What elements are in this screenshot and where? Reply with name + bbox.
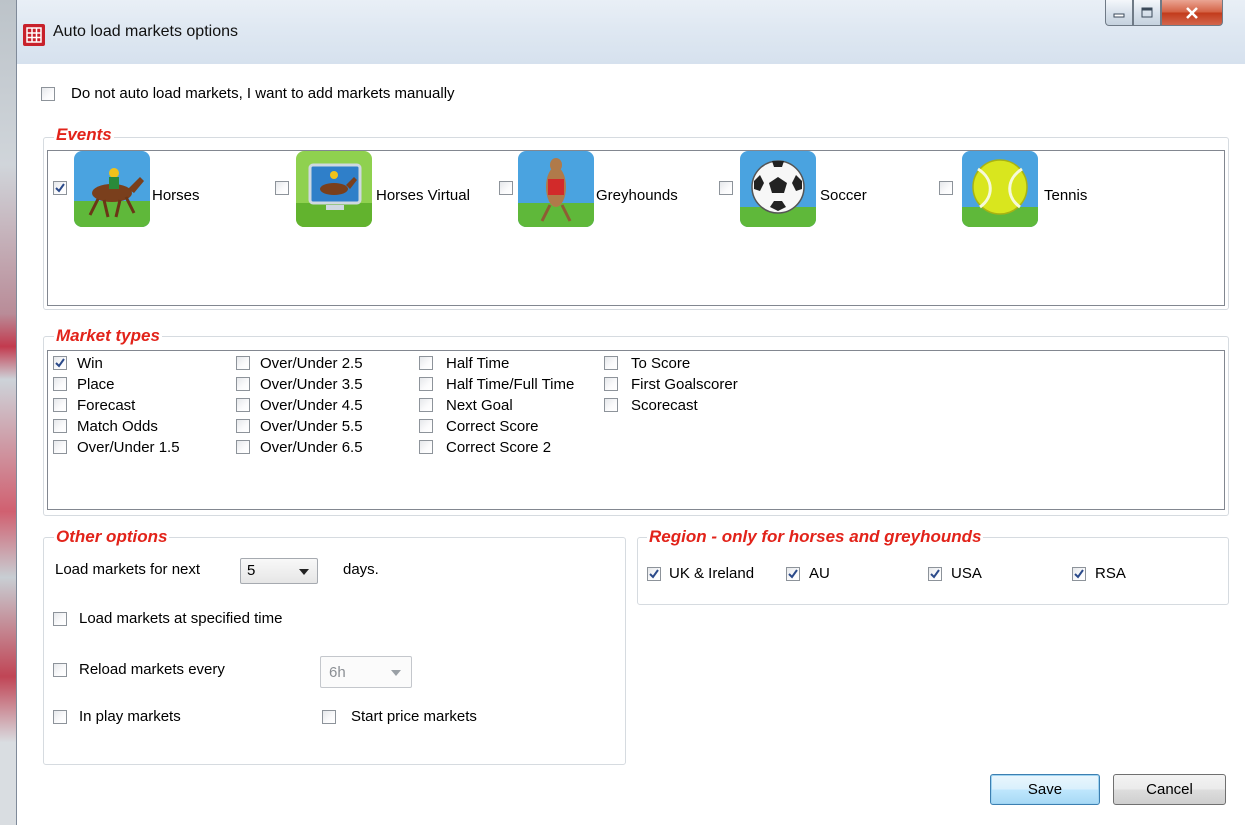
days-select[interactable]: 5 — [240, 558, 318, 584]
reload-every-checkbox[interactable] — [53, 663, 67, 677]
market-label-forecast: Forecast — [77, 397, 136, 414]
region-label-au: AU — [809, 565, 830, 582]
cancel-button[interactable]: Cancel — [1113, 774, 1226, 805]
market-checkbox-half-time-full-time[interactable] — [419, 377, 433, 391]
market-checkbox-match-odds[interactable] — [53, 419, 67, 433]
tennis-label: Tennis — [1044, 187, 1088, 204]
market-types-panel: Win Place Forecast Match Odds Over/Under… — [47, 350, 1225, 510]
region-checkbox-usa[interactable] — [928, 567, 942, 581]
market-label-scorecast: Scorecast — [631, 397, 698, 414]
market-label-over-under-2-5: Over/Under 2.5 — [260, 355, 363, 372]
market-label-correct-score: Correct Score — [446, 418, 539, 435]
tennis-ball-icon — [962, 151, 1038, 227]
market-label-over-under-1-5: Over/Under 1.5 — [77, 439, 180, 456]
other-options-group-title: Other options — [54, 527, 170, 547]
horses-virtual-label: Horses Virtual — [376, 187, 470, 204]
manual-option-checkbox[interactable] — [41, 87, 55, 101]
load-markets-for-label: Load markets for next — [55, 561, 201, 578]
dialog-window: Auto load markets options Do not auto lo… — [16, 0, 1245, 825]
market-label-place: Place — [77, 376, 115, 393]
region-checkbox-rsa[interactable] — [1072, 567, 1086, 581]
region-group-title: Region - only for horses and greyhounds — [647, 527, 984, 547]
market-checkbox-correct-score-2[interactable] — [419, 440, 433, 454]
virtual-horse-racing-icon — [296, 151, 372, 227]
market-label-over-under-4-5: Over/Under 4.5 — [260, 397, 363, 414]
region-checkbox-au[interactable] — [786, 567, 800, 581]
market-label-win: Win — [77, 355, 103, 372]
start-price-checkbox[interactable] — [322, 710, 336, 724]
maximize-button[interactable] — [1133, 0, 1161, 26]
market-checkbox-half-time[interactable] — [419, 356, 433, 370]
greyhounds-label: Greyhounds — [596, 187, 678, 204]
desktop-background-strip — [0, 0, 16, 825]
close-icon — [1186, 6, 1198, 19]
specified-time-checkbox[interactable] — [53, 612, 67, 626]
dialog-content: Do not auto load markets, I want to add … — [17, 64, 1245, 825]
manual-option-label: Do not auto load markets, I want to add … — [71, 85, 455, 102]
window-title: Auto load markets options — [53, 23, 238, 40]
market-label-half-time-full-time: Half Time/Full Time — [446, 376, 575, 393]
market-types-group-title: Market types — [54, 326, 162, 346]
market-checkbox-over-under-2-5[interactable] — [236, 356, 250, 370]
market-checkbox-over-under-1-5[interactable] — [53, 440, 67, 454]
market-label-match-odds: Match Odds — [77, 418, 158, 435]
market-checkbox-forecast[interactable] — [53, 398, 67, 412]
horse-racing-icon — [74, 151, 150, 227]
market-checkbox-over-under-4-5[interactable] — [236, 398, 250, 412]
region-label-uk-ireland: UK & Ireland — [669, 565, 755, 582]
greyhounds-checkbox[interactable] — [499, 181, 513, 195]
chevron-down-icon — [391, 670, 401, 676]
market-label-next-goal: Next Goal — [446, 397, 513, 414]
market-label-to-score: To Score — [631, 355, 691, 372]
greyhound-icon — [518, 151, 594, 227]
soccer-checkbox[interactable] — [719, 181, 733, 195]
market-label-half-time: Half Time — [446, 355, 510, 372]
market-checkbox-to-score[interactable] — [604, 356, 618, 370]
reload-every-label: Reload markets every — [79, 661, 225, 678]
days-select-value: 5 — [247, 562, 256, 579]
reload-interval-select[interactable]: 6h — [320, 656, 412, 688]
market-checkbox-over-under-5-5[interactable] — [236, 419, 250, 433]
market-label-over-under-6-5: Over/Under 6.5 — [260, 439, 363, 456]
chevron-down-icon — [299, 569, 309, 575]
market-checkbox-over-under-6-5[interactable] — [236, 440, 250, 454]
market-checkbox-scorecast[interactable] — [604, 398, 618, 412]
tennis-checkbox[interactable] — [939, 181, 953, 195]
market-checkbox-next-goal[interactable] — [419, 398, 433, 412]
minimize-icon — [1113, 13, 1125, 17]
in-play-label: In play markets — [79, 708, 181, 725]
title-bar[interactable]: Auto load markets options — [17, 0, 1245, 64]
days-suffix-label: days. — [343, 561, 379, 578]
market-checkbox-over-under-3-5[interactable] — [236, 377, 250, 391]
in-play-checkbox[interactable] — [53, 710, 67, 724]
soccer-ball-icon — [740, 151, 816, 227]
soccer-label: Soccer — [820, 187, 867, 204]
region-checkbox-uk-ireland[interactable] — [647, 567, 661, 581]
market-checkbox-correct-score[interactable] — [419, 419, 433, 433]
horses-virtual-checkbox[interactable] — [275, 181, 289, 195]
close-button[interactable] — [1161, 0, 1223, 26]
specified-time-label: Load markets at specified time — [79, 610, 283, 627]
events-panel: Horses Horses Virtual Greyhounds Soccer … — [47, 150, 1225, 306]
market-checkbox-place[interactable] — [53, 377, 67, 391]
minimize-button[interactable] — [1105, 0, 1133, 26]
maximize-icon — [1141, 7, 1153, 18]
save-button[interactable]: Save — [990, 774, 1100, 805]
region-label-usa: USA — [951, 565, 982, 582]
region-label-rsa: RSA — [1095, 565, 1126, 582]
market-label-over-under-3-5: Over/Under 3.5 — [260, 376, 363, 393]
market-label-over-under-5-5: Over/Under 5.5 — [260, 418, 363, 435]
market-label-first-goalscorer: First Goalscorer — [631, 376, 738, 393]
app-icon — [23, 24, 45, 46]
events-group-title: Events — [54, 125, 114, 145]
horses-label: Horses — [152, 187, 200, 204]
market-label-correct-score-2: Correct Score 2 — [446, 439, 552, 456]
reload-interval-value: 6h — [329, 664, 346, 681]
market-checkbox-first-goalscorer[interactable] — [604, 377, 618, 391]
start-price-label: Start price markets — [351, 708, 477, 725]
market-checkbox-win[interactable] — [53, 356, 67, 370]
horses-checkbox[interactable] — [53, 181, 67, 195]
